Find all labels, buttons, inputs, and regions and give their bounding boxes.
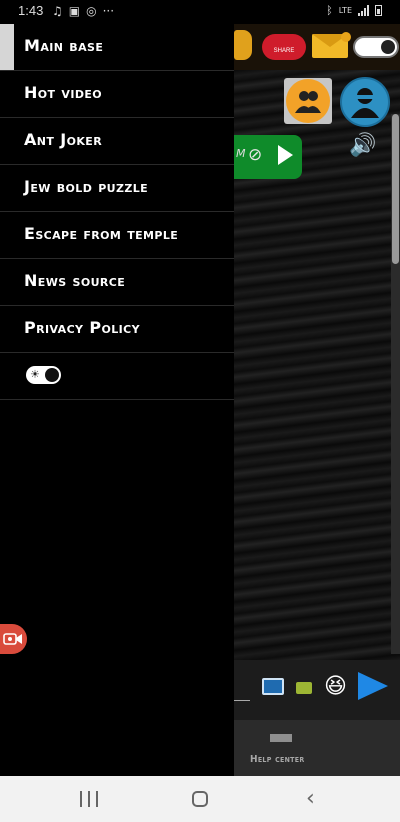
media-controls: M ⊘ (234, 135, 302, 179)
help-center-tab[interactable]: Help center (234, 720, 400, 776)
scrollbar[interactable] (391, 114, 400, 654)
image-attach-icon[interactable] (262, 678, 284, 695)
media-label-fragment: M (236, 147, 246, 160)
share-label: SHARE (273, 48, 295, 54)
drawer-item-ant-joker[interactable]: Ant Joker (0, 118, 234, 165)
signal-icon (358, 5, 369, 16)
drawer-item-label: Ant Joker (24, 130, 103, 149)
system-status-icons: ᛒ LTE (326, 4, 382, 17)
theme-toggle-top[interactable] (353, 36, 399, 58)
sun-icon: ☀ (30, 368, 40, 381)
back-icon[interactable]: ‹ (306, 788, 315, 810)
drawer-item-label: Main base (24, 36, 104, 55)
home-icon[interactable] (192, 791, 208, 807)
bluetooth-icon: ᛒ (326, 4, 333, 17)
drawer-item-label: Escape from temple (24, 224, 179, 243)
drawer-item-label: Hot video (24, 83, 103, 102)
speaker-icon[interactable]: 🔊 (349, 133, 376, 158)
toggle-knob (45, 368, 59, 382)
person-icon (351, 88, 379, 118)
group-icon (295, 91, 321, 113)
drawer-item-jew-bold-puzzle[interactable]: Jew bold puzzle (0, 165, 234, 212)
share-button[interactable]: SHARE (262, 34, 306, 60)
recent-apps-icon[interactable] (80, 791, 98, 807)
drawer-item-label: Privacy Policy (24, 318, 140, 337)
help-center-label: Help center (250, 754, 305, 765)
selected-indicator (0, 24, 14, 70)
music-icon: ♫ (52, 4, 63, 18)
drawer-item-privacy-policy[interactable]: Privacy Policy (0, 306, 234, 353)
chat-input-bar: 😆 (234, 660, 400, 720)
emoji-icon[interactable]: 😆 (324, 674, 347, 699)
status-time: 1:43 (18, 3, 44, 18)
video-record-icon (3, 633, 22, 645)
video-camera-icon[interactable] (296, 682, 312, 694)
navigation-drawer: Main base Hot video Ant Joker Jew bold p… (0, 24, 234, 776)
notification-icons: ♫ ▣ ◎ ··· (52, 4, 114, 18)
user-avatar[interactable] (340, 77, 390, 127)
drawer-item-news-source[interactable]: News source (0, 259, 234, 306)
theme-toggle[interactable]: ☀ (26, 366, 61, 384)
mail-badge (341, 32, 351, 42)
block-icon[interactable]: ⊘ (248, 147, 262, 164)
group-button[interactable] (284, 78, 332, 124)
message-input[interactable] (234, 700, 250, 701)
image-icon: ▣ (68, 4, 81, 18)
battery-icon (375, 5, 382, 16)
more-dots-icon: ··· (102, 4, 115, 18)
instagram-icon: ◎ (86, 4, 97, 18)
help-center-icon (270, 734, 292, 742)
drawer-item-hot-video[interactable]: Hot video (0, 71, 234, 118)
drawer-item-label: News source (24, 271, 126, 290)
send-icon[interactable] (358, 672, 388, 700)
play-icon[interactable] (278, 145, 293, 165)
status-bar: 1:43 ♫ ▣ ◎ ··· ᛒ LTE (0, 0, 400, 24)
drawer-item-main-base[interactable]: Main base (0, 24, 234, 71)
drawer-item-escape-from-temple[interactable]: Escape from temple (0, 212, 234, 259)
network-label: LTE (338, 6, 352, 15)
bell-icon[interactable] (234, 30, 252, 60)
drawer-item-label: Jew bold puzzle (24, 177, 149, 196)
system-nav-bar: ‹ (0, 776, 400, 822)
